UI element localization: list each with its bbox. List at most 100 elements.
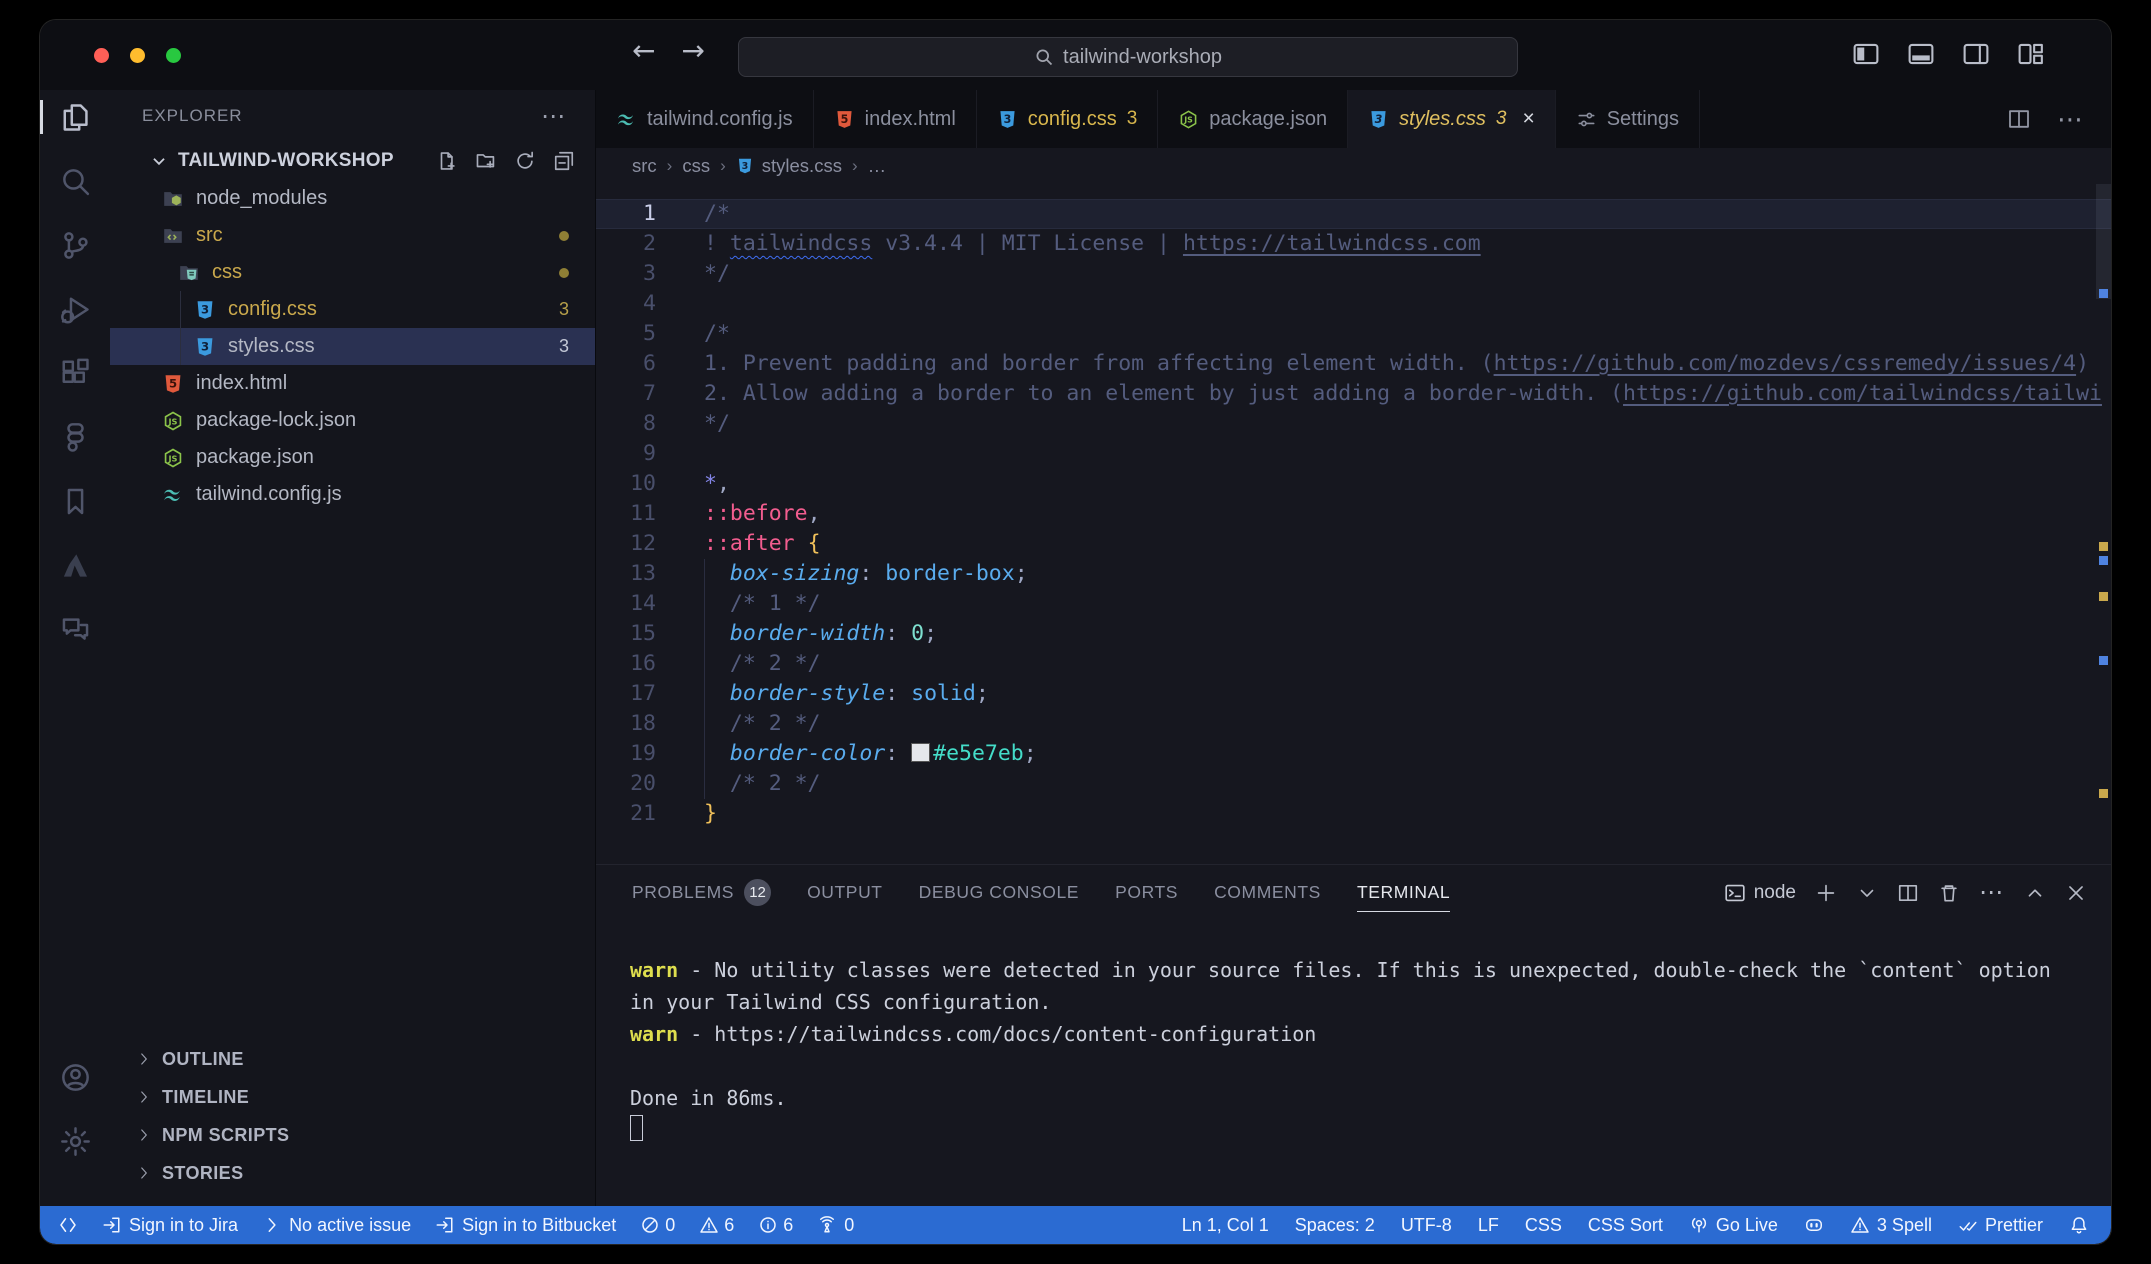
activitybar-settings[interactable] [56, 1122, 94, 1160]
plus-icon[interactable] [1815, 882, 1837, 904]
panel-tab-terminal[interactable]: TERMINAL [1357, 865, 1450, 920]
close-icon[interactable] [2065, 882, 2087, 904]
code-editor[interactable]: 1/*2! tailwindcss v3.4.4 | MIT License |… [596, 184, 2111, 864]
layout-right-icon[interactable] [1962, 40, 1990, 68]
close-window-button[interactable] [94, 48, 109, 63]
activitybar-search[interactable] [56, 162, 94, 200]
status-copilot[interactable] [1804, 1215, 1824, 1235]
activitybar-source-control[interactable] [56, 226, 94, 264]
status-sign-in-to-jira[interactable]: Sign in to Jira [102, 1215, 238, 1236]
breadcrumb-item[interactable]: 3styles.css [736, 155, 842, 177]
tree-item-package-lock.json[interactable]: JSpackage-lock.json [110, 402, 595, 439]
command-center-search[interactable]: tailwind-workshop [738, 37, 1518, 77]
activitybar-accounts[interactable] [56, 1058, 94, 1096]
ellipsis-icon[interactable]: ⋯ [1979, 878, 2005, 907]
status-prettier[interactable]: Prettier [1958, 1215, 2043, 1236]
tab-settings[interactable]: Settings [1556, 90, 1700, 148]
tree-item-index.html[interactable]: 5index.html [110, 365, 595, 402]
status-lf[interactable]: LF [1478, 1215, 1499, 1236]
status-remote[interactable] [58, 1215, 78, 1235]
panel-tab-debug-console[interactable]: DEBUG CONSOLE [919, 865, 1079, 920]
refresh-icon[interactable] [514, 150, 536, 172]
code-token: ::after [704, 531, 795, 556]
layout-left-icon[interactable] [1852, 40, 1880, 68]
explorer-more-actions-icon[interactable]: ⋯ [541, 102, 567, 131]
tree-item-css[interactable]: css [110, 254, 595, 291]
tab-config-css[interactable]: 3config.css3 [977, 90, 1159, 148]
trash-icon[interactable] [1938, 882, 1960, 904]
panel-tab-problems[interactable]: PROBLEMS12 [632, 865, 771, 920]
forward-arrow-icon[interactable]: → [681, 34, 704, 67]
panel-tab-label: PORTS [1115, 882, 1178, 903]
zoom-window-button[interactable] [166, 48, 181, 63]
terminal-output[interactable]: warn - No utility classes were detected … [596, 920, 2111, 1206]
section-stories[interactable]: STORIES [110, 1154, 595, 1192]
status-go-live[interactable]: Go Live [1689, 1215, 1778, 1236]
tree-item-styles.css[interactable]: 3styles.css3 [110, 328, 595, 365]
tree-item-node_modules[interactable]: node_modules [110, 180, 595, 217]
collapse-all-icon[interactable] [553, 150, 575, 172]
status-css[interactable]: CSS [1525, 1215, 1562, 1236]
status-0[interactable]: 0 [640, 1215, 675, 1236]
status-css-sort[interactable]: CSS Sort [1588, 1215, 1663, 1236]
breadcrumb-item[interactable]: src [632, 155, 657, 177]
status-utf-8[interactable]: UTF-8 [1401, 1215, 1452, 1236]
file-name: config.css [228, 298, 317, 321]
status-6[interactable]: 6 [758, 1215, 793, 1236]
panel-tab-ports[interactable]: PORTS [1115, 865, 1178, 920]
tab-tailwind-config-js[interactable]: tailwind.config.js [596, 90, 814, 148]
activitybar-run-debug[interactable] [56, 290, 94, 328]
split-icon[interactable] [2007, 107, 2031, 131]
status-ln-1-col-1[interactable]: Ln 1, Col 1 [1182, 1215, 1269, 1236]
status-no-active-issue[interactable]: No active issue [262, 1215, 411, 1236]
back-arrow-icon[interactable]: ← [632, 34, 655, 67]
activitybar-figma[interactable] [56, 418, 94, 456]
tree-item-config.css[interactable]: 3config.css3 [110, 291, 595, 328]
section-npm-scripts[interactable]: NPM SCRIPTS [110, 1116, 595, 1154]
workspace-root-row[interactable]: TAILWIND-WORKSHOP [110, 142, 595, 180]
tab-index-html[interactable]: 5index.html [814, 90, 977, 148]
panel-tab-comments[interactable]: COMMENTS [1214, 865, 1321, 920]
tree-item-tailwind.config.js[interactable]: tailwind.config.js [110, 476, 595, 513]
panel-tab-output[interactable]: OUTPUT [807, 865, 883, 920]
chev-down-icon[interactable] [1856, 882, 1878, 904]
minimize-window-button[interactable] [130, 48, 145, 63]
node-icon: JS [162, 447, 184, 469]
close-tab-icon[interactable]: × [1522, 107, 1534, 131]
code-line: 19 border-color: #e5e7eb; [596, 739, 2111, 769]
terminal-instance[interactable]: node [1724, 882, 1796, 904]
layout-bottom-icon[interactable] [1907, 40, 1935, 68]
breadcrumb-item[interactable]: css [682, 155, 710, 177]
code-link[interactable]: https://tailwindcss.com [1183, 231, 1481, 256]
activitybar-comments[interactable] [56, 610, 94, 648]
code-link[interactable]: https://github.com/mozdevs/cssremedy/iss… [1494, 351, 2076, 376]
code-token: : [859, 561, 885, 586]
terminal-cursor [630, 1115, 643, 1141]
editor-scrollbar[interactable] [2096, 184, 2111, 299]
new-folder-icon[interactable] [475, 150, 497, 172]
status-sign-in-to-bitbucket[interactable]: Sign in to Bitbucket [435, 1215, 616, 1236]
breadcrumb-item[interactable]: … [868, 155, 887, 177]
status-3-spell[interactable]: 3 Spell [1850, 1215, 1932, 1236]
code-link[interactable]: https://github.com/tailwindcss/tailwi [1623, 381, 2102, 406]
activitybar-bookmarks[interactable] [56, 482, 94, 520]
status-0[interactable]: 0 [817, 1215, 854, 1236]
chev-up-icon[interactable] [2024, 882, 2046, 904]
code-token: #e5e7eb [933, 741, 1024, 766]
section-timeline[interactable]: TIMELINE [110, 1078, 595, 1116]
activitybar-atlassian[interactable] [56, 546, 94, 584]
tree-item-src[interactable]: src [110, 217, 595, 254]
tab-package-json[interactable]: JSpackage.json [1158, 90, 1348, 148]
activitybar-explorer[interactable] [56, 98, 94, 136]
activitybar-extensions[interactable] [56, 354, 94, 392]
section-outline[interactable]: OUTLINE [110, 1040, 595, 1078]
layout-custom-icon[interactable] [2017, 40, 2045, 68]
split-icon[interactable] [1897, 882, 1919, 904]
tree-item-package.json[interactable]: JSpackage.json [110, 439, 595, 476]
status-bell[interactable] [2069, 1215, 2089, 1235]
new-file-icon[interactable] [436, 150, 458, 172]
ellipsis-icon[interactable]: ⋯ [2057, 104, 2085, 135]
status-6[interactable]: 6 [699, 1215, 734, 1236]
status-spaces-2[interactable]: Spaces: 2 [1295, 1215, 1375, 1236]
tab-styles-css[interactable]: 3styles.css3× [1348, 90, 1556, 148]
